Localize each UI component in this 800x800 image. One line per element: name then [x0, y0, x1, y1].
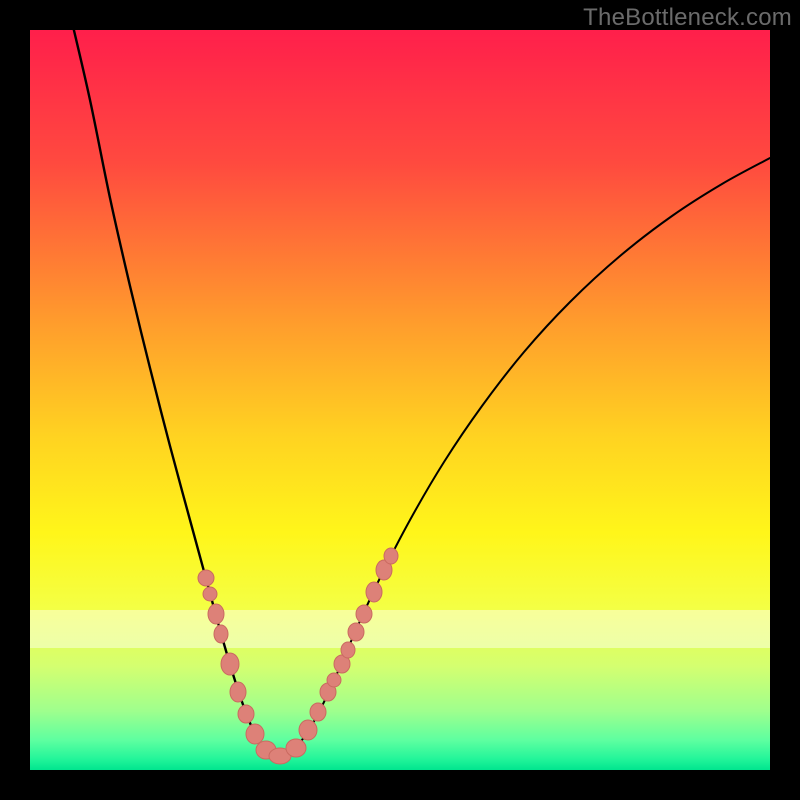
chart-frame: TheBottleneck.com	[0, 0, 800, 800]
data-marker	[384, 548, 398, 564]
data-marker	[214, 625, 228, 643]
highlight-band	[30, 610, 770, 648]
data-marker	[208, 604, 224, 624]
data-marker	[230, 682, 246, 702]
data-marker	[203, 587, 217, 601]
data-marker	[366, 582, 382, 602]
data-marker	[238, 705, 254, 723]
data-marker	[221, 653, 239, 675]
data-marker	[356, 605, 372, 623]
data-marker	[341, 642, 355, 658]
chart-svg	[30, 30, 770, 770]
data-marker	[310, 703, 326, 721]
data-marker	[246, 724, 264, 744]
data-marker	[286, 739, 306, 757]
data-marker	[348, 623, 364, 641]
data-marker	[327, 673, 341, 687]
plot-area	[30, 30, 770, 770]
gradient-background	[30, 30, 770, 770]
data-marker	[198, 570, 214, 586]
watermark-text: TheBottleneck.com	[583, 4, 792, 32]
data-marker	[299, 720, 317, 740]
